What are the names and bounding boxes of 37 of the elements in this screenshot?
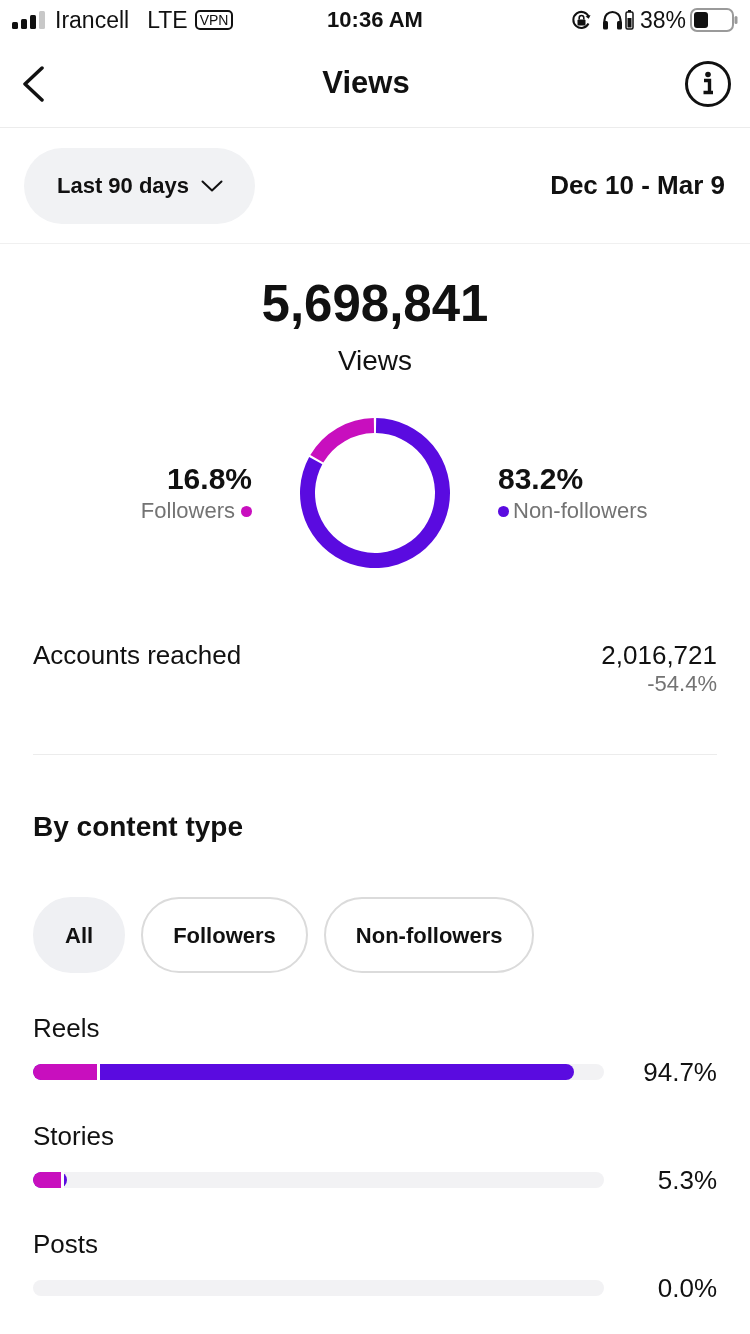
carrier-name: Irancell [55,8,130,32]
filter-tab[interactable]: Followers [141,897,308,973]
vpn-badge: VPN [194,10,234,30]
section-title: By content type [33,811,244,842]
signal-icon [12,11,48,29]
non-followers-label: Non-followers [513,497,648,525]
content-type-label: Posts [33,1229,99,1259]
content-type-percent: 94.7% [643,1057,717,1087]
rotation-lock-icon [570,9,592,31]
date-range-dropdown[interactable]: Last 90 days [24,147,256,224]
content-type-percent: 5.3% [657,1165,717,1195]
accounts-reached-value: 2,016,721 [601,640,717,670]
accounts-reached-label: Accounts reached [33,640,242,670]
battery-percent: 38% [639,8,686,32]
battery-charge-icon [624,10,634,30]
content-type-percent: 0.0% [657,1273,717,1303]
content-type-label: Stories [33,1121,114,1151]
status-time: 10:36 AM [327,9,423,31]
headphones-icon [601,10,623,30]
page-title: Views [322,64,410,103]
back-chevron-icon [21,65,45,102]
total-views: 5,698,841 [261,275,489,333]
chevron-down-icon [201,179,224,192]
followers-slice [310,418,375,463]
date-range: Dec 10 - Mar 9 [550,169,725,202]
content-type-label: Reels [33,1013,100,1043]
filter-tab[interactable]: All [33,897,126,973]
non-followers-percent: 83.2% [498,461,584,497]
filter-tab[interactable]: Non-followers [323,897,535,973]
accounts-reached-change: -54.4% [647,670,717,698]
battery-icon [690,8,738,32]
views-label: Views [337,344,413,378]
followers-percent: 16.8% [166,461,252,497]
followers-label: Followers [140,497,235,525]
info-icon [684,59,732,108]
info-button[interactable] [684,59,732,108]
network-type: LTE [147,8,188,32]
